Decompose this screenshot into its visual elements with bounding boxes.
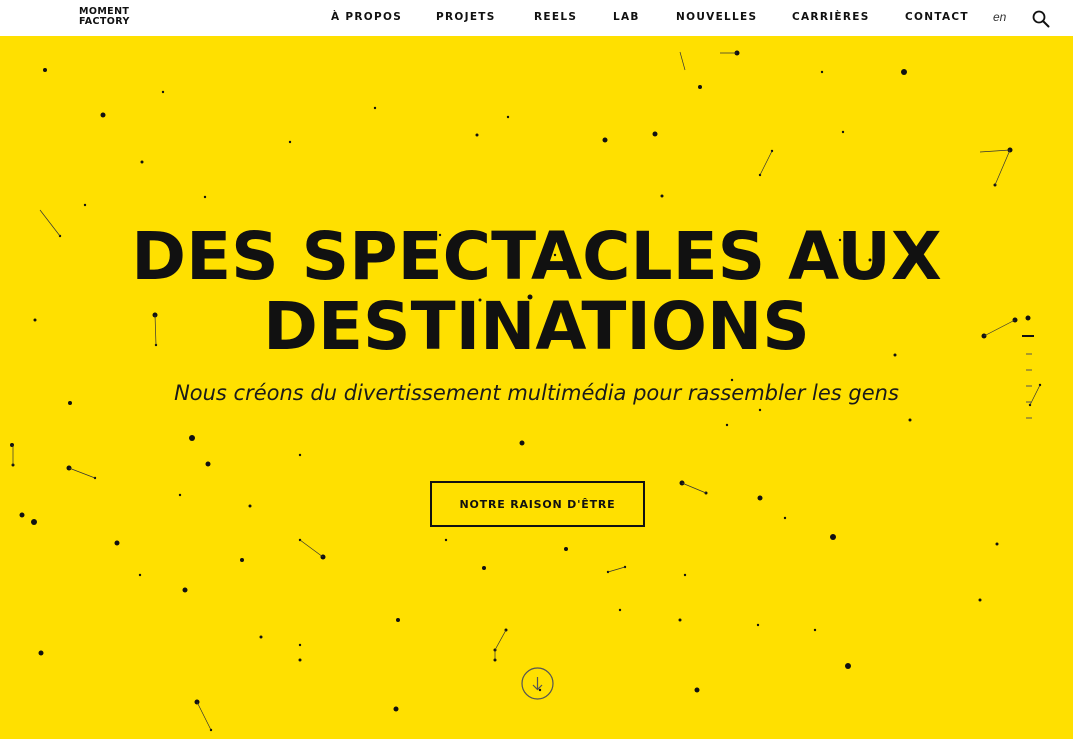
star-dot <box>38 650 44 656</box>
star-dot <box>203 195 207 199</box>
nav-item-a-propos[interactable]: À PROPOS <box>331 11 402 23</box>
star-dot <box>564 547 568 551</box>
star-dot <box>813 628 817 632</box>
constellation-line <box>494 629 507 651</box>
star-dot <box>475 133 479 137</box>
star-dot <box>660 194 664 198</box>
star-dot <box>756 623 760 627</box>
star-dot <box>506 115 510 119</box>
star-dot <box>138 573 142 577</box>
star-dot <box>698 85 702 89</box>
star-dot <box>298 658 302 662</box>
star-dot <box>618 608 622 612</box>
star-dot <box>901 69 907 75</box>
star-dot <box>519 440 525 446</box>
star-dot <box>298 643 302 647</box>
nav-item-carrieres[interactable]: CARRIÈRES <box>792 11 870 23</box>
constellation-line <box>299 539 324 558</box>
star-dot <box>100 112 106 118</box>
star-dot <box>678 618 682 622</box>
search-icon[interactable] <box>1032 10 1050 28</box>
star-dot <box>908 418 912 422</box>
nav-item-lab[interactable]: LAB <box>613 11 640 23</box>
slide-indicator[interactable] <box>1020 328 1040 428</box>
star-dot <box>978 598 982 602</box>
star-dot <box>43 68 47 72</box>
star-dot <box>114 540 120 546</box>
star-dot <box>205 461 211 467</box>
star-dot <box>182 587 188 593</box>
star-dot <box>31 519 37 525</box>
star-dot <box>140 160 144 164</box>
constellation-line <box>759 150 773 176</box>
star-dot <box>444 538 448 542</box>
star-dot <box>683 573 687 577</box>
constellation-line <box>979 149 1011 153</box>
star-dot <box>995 542 999 546</box>
language-switch[interactable]: en <box>993 10 1006 24</box>
star-dot <box>161 90 165 94</box>
star-dot <box>602 137 608 143</box>
star-dot <box>783 516 787 520</box>
star-dot <box>841 130 845 134</box>
main-nav: À PROPOS PROJETS REELS LAB NOUVELLES CAR… <box>0 0 1073 36</box>
hero-subtitle: Nous créons du divertissement multimédia… <box>174 381 899 405</box>
star-dot <box>19 512 25 518</box>
star-dot <box>178 493 182 497</box>
star-dot <box>652 131 658 137</box>
star-dot <box>10 443 14 447</box>
nav-item-contact[interactable]: CONTACT <box>905 11 969 23</box>
constellation-line <box>679 51 686 71</box>
star-dot <box>189 435 195 441</box>
constellation-line <box>681 482 707 494</box>
star-dot <box>393 706 399 712</box>
hero-headline-line1: DES SPECTACLES AUX <box>131 218 942 295</box>
star-dot <box>482 566 486 570</box>
star-dot <box>240 558 244 562</box>
hero-headline-line2: DESTINATIONS <box>263 288 810 365</box>
star-dot <box>396 618 400 622</box>
star-dot <box>298 453 302 457</box>
star-dot <box>758 408 762 412</box>
hero-headline: DES SPECTACLES AUX DESTINATIONS <box>0 222 1073 362</box>
constellation-line <box>68 467 96 479</box>
constellation-line <box>196 701 212 731</box>
star-dot <box>820 70 824 74</box>
nav-item-projets[interactable]: PROJETS <box>436 11 496 23</box>
star-dot <box>757 495 763 501</box>
star-dot <box>288 140 292 144</box>
raison-detre-button[interactable]: NOTRE RAISON D'ÊTRE <box>430 481 645 527</box>
star-dot <box>248 504 252 508</box>
star-dot <box>830 534 836 540</box>
star-dot <box>259 635 263 639</box>
star-dot <box>725 423 729 427</box>
star-dot <box>845 663 851 669</box>
site-header: MOMENT FACTORY À PROPOS PROJETS REELS LA… <box>0 0 1073 36</box>
star-dot <box>694 687 700 693</box>
arrow-down-circle-icon[interactable] <box>521 667 554 700</box>
constellation-line <box>994 149 1011 186</box>
nav-item-nouvelles[interactable]: NOUVELLES <box>676 11 757 23</box>
star-dot <box>373 106 377 110</box>
star-dot <box>83 203 87 207</box>
constellation-line <box>607 566 626 573</box>
nav-item-reels[interactable]: REELS <box>534 11 577 23</box>
